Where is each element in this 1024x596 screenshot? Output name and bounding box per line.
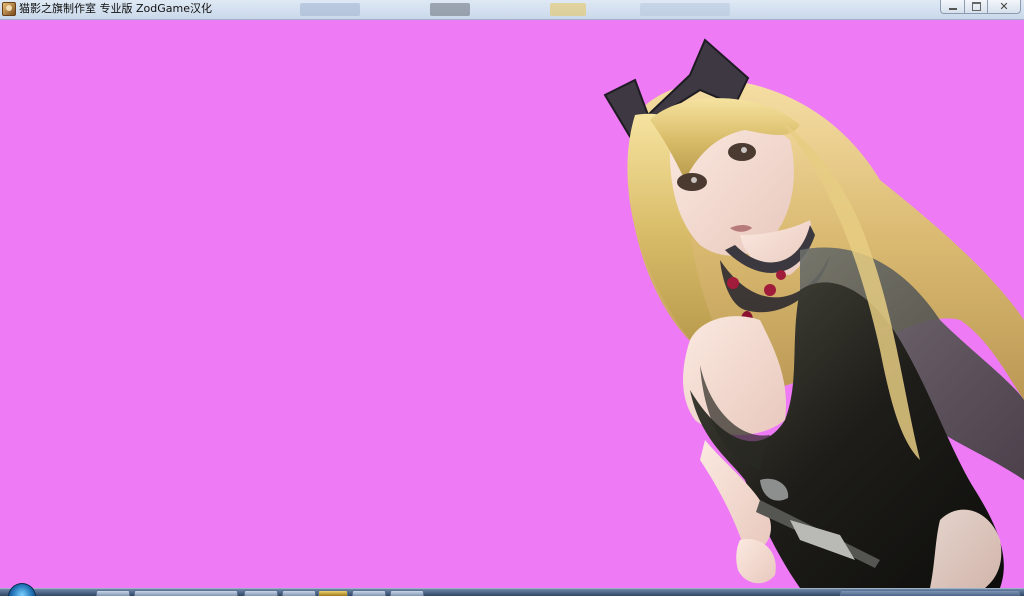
minimize-icon (948, 7, 957, 10)
maximize-button[interactable] (964, 0, 988, 14)
blurred-tab (550, 3, 586, 16)
character-render (603, 38, 1024, 588)
app-window: 猫影之旗制作室 专业版 ZodGame汉化 ✕ (0, 0, 1024, 596)
maximize-icon (971, 2, 981, 11)
app-logo-icon[interactable] (2, 2, 16, 16)
taskbar-item[interactable] (390, 590, 424, 596)
render-viewport[interactable] (0, 20, 1024, 588)
blurred-tab (430, 3, 470, 16)
close-button[interactable]: ✕ (987, 0, 1021, 14)
taskbar-item[interactable] (352, 590, 386, 596)
blurred-tab (300, 3, 360, 16)
minimize-button[interactable] (940, 0, 965, 14)
blurred-tab (640, 3, 730, 16)
taskbar-item[interactable] (134, 590, 238, 596)
window-title: 猫影之旗制作室 专业版 ZodGame汉化 (19, 2, 212, 15)
system-tray[interactable] (840, 590, 1020, 596)
taskbar-item[interactable] (244, 590, 278, 596)
taskbar-item[interactable] (318, 590, 348, 596)
taskbar-item[interactable] (96, 590, 130, 596)
close-icon: ✕ (999, 0, 1009, 13)
title-bar[interactable]: 猫影之旗制作室 专业版 ZodGame汉化 ✕ (0, 0, 1024, 20)
taskbar-item[interactable] (282, 590, 316, 596)
taskbar (0, 583, 1024, 596)
